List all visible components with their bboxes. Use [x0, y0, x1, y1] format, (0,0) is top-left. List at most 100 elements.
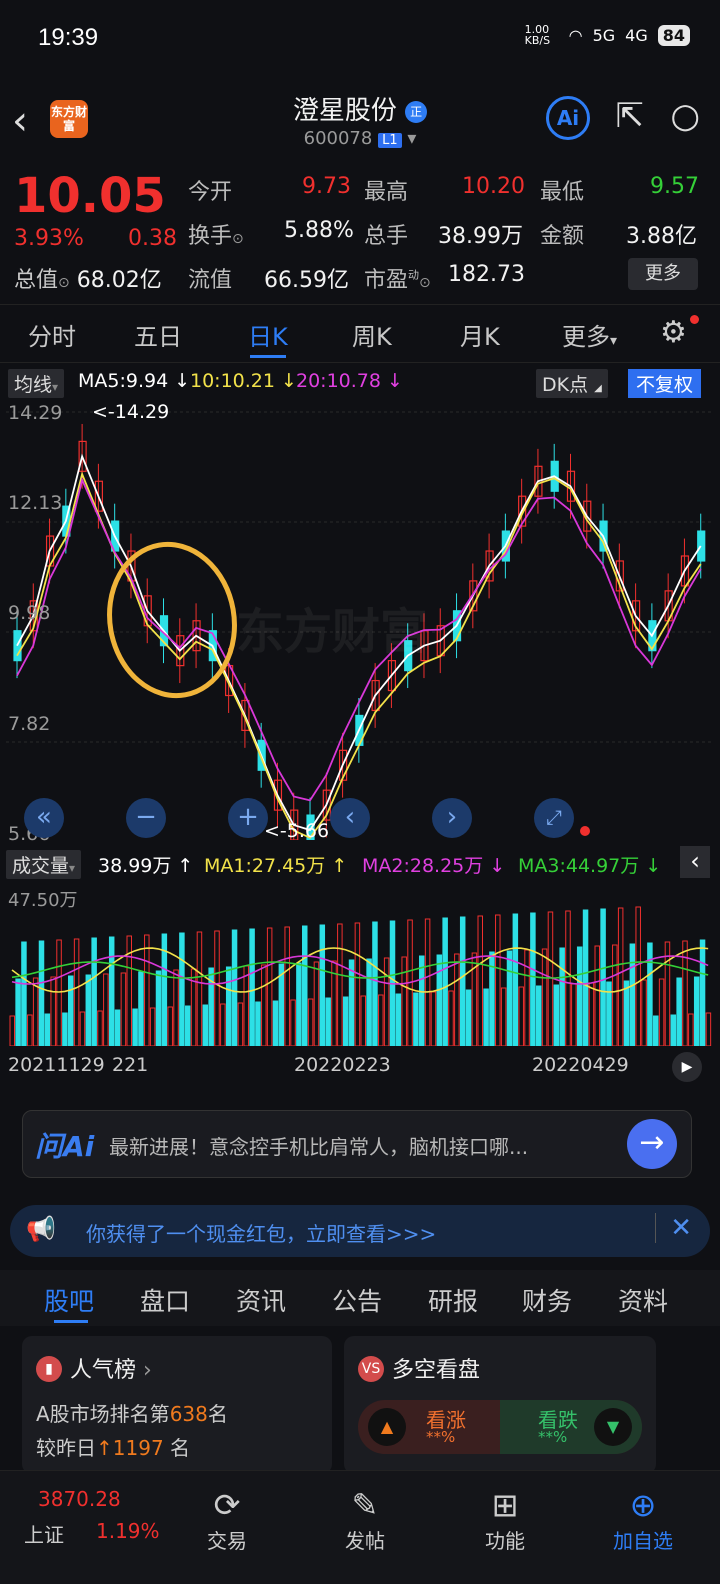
index-widget[interactable]: 3870.28 上证 1.19% [20, 1477, 170, 1577]
red-dot [580, 826, 590, 836]
stock-name: 澄星股份 正 [0, 90, 720, 127]
low-value: 9.57 [650, 174, 699, 199]
zoom-in-button[interactable]: + [228, 798, 268, 838]
volume-bar: 成交量▾ 38.99万 ↑ MA1:27.45万 ↑ MA2:28.25万 ↓ … [0, 846, 720, 879]
ai-news-box[interactable]: 问Ai 最新进展！意念控手机比肩常人，脑机接口哪... → [22, 1110, 692, 1178]
chart-bar-icon: ▮ [36, 1356, 62, 1382]
tab-weekly-k[interactable]: 周K [352, 317, 392, 352]
collapse-icon[interactable]: ‹ [680, 846, 710, 878]
tab-indicator [250, 355, 286, 358]
min-label: <-5.66 [264, 820, 330, 842]
tab-finance[interactable]: 财务 [522, 1282, 572, 1318]
settings-icon[interactable]: ⚙ [660, 315, 687, 350]
content-tabs: 股吧 盘口 资讯 公告 研报 财务 资料 [0, 1270, 720, 1326]
bottom-bar: 3870.28 上证 1.19% ⟳ 交易 ✎ 发帖 ⊞ 功能 ⊕ 加自选 [0, 1470, 720, 1584]
tab-notice[interactable]: 公告 [332, 1282, 382, 1318]
post-button[interactable]: ✎ 发帖 [320, 1485, 410, 1554]
next-button[interactable]: › [432, 798, 472, 838]
tab-five-day[interactable]: 五日 [134, 317, 182, 352]
bull-percent: **% [426, 1428, 456, 1446]
watermark: 东方财富 [236, 604, 429, 660]
more-button[interactable]: 更多 [628, 258, 698, 290]
share-icon[interactable]: ⇱ [616, 96, 645, 136]
tab-pankou[interactable]: 盘口 [140, 1282, 190, 1318]
date-axis: 20211129 221 20220223 20220429 ▶ [0, 1052, 720, 1082]
top-nav: ‹ 东方财富 澄星股份 正 600078 L1 ▾ Ai ⇱ ○ [0, 80, 720, 160]
popularity-title: 人气榜 › [70, 1358, 152, 1383]
index-pct: 1.19% [96, 1519, 160, 1543]
ai-text: 最新进展！意念控手机比肩常人，脑机接口哪... [109, 1135, 529, 1159]
tab2-indicator [54, 1320, 88, 1323]
chart-tabs: 分时 五日 日K 周K 月K 更多▾ ⚙ [0, 305, 720, 363]
volume-chart[interactable]: 47.50万 [6, 880, 714, 1047]
tab-profile[interactable]: 资料 [618, 1282, 668, 1318]
promo-banner[interactable]: 📢 你获得了一个现金红包，立即查看>>> ✕ [10, 1205, 710, 1257]
tab-monthly-k[interactable]: 月K [460, 317, 500, 352]
vol-max-label: 47.50万 [8, 890, 78, 911]
rank-line: A股市场排名第638名 [36, 1402, 228, 1426]
add-watchlist-button[interactable]: ⊕ 加自选 [598, 1485, 688, 1554]
total-value-row: 总值⊙ 68.02亿 [14, 268, 162, 293]
prev-button[interactable]: ‹ [330, 798, 370, 838]
signal-5g: 5G [592, 25, 616, 45]
index-name: 上证 [24, 1523, 64, 1547]
y-tick-3: 9.98 [8, 602, 51, 624]
turnover-label: 换手 [188, 224, 233, 249]
quote-panel: 10.05 3.93% 0.38 总值⊙ 68.02亿 今开 9.73 最高 1… [0, 160, 720, 305]
date-1: 20211129 [8, 1054, 105, 1076]
y-tick-2: 12.13 [8, 492, 63, 514]
function-button[interactable]: ⊞ 功能 [460, 1485, 550, 1554]
ma10-value: 10:10.21 ↓ [190, 370, 297, 392]
bull-bear-card[interactable]: VS 多空看盘 ▲ 看涨 **% 看跌 **% ▼ [344, 1336, 656, 1474]
ai-tag: 问Ai [35, 1130, 95, 1163]
bear-percent: **% [538, 1428, 568, 1446]
vol-ma3: MA3:44.97万 ↓ [518, 855, 662, 877]
ma-select[interactable]: 均线▾ [8, 369, 65, 398]
pe-label: 市盈 [364, 268, 409, 293]
zoom-out-button[interactable]: − [126, 798, 166, 838]
wifi-icon: ◠ [568, 25, 583, 45]
date-4: 20220429 [532, 1054, 629, 1076]
megaphone-icon: 📢 [26, 1215, 56, 1243]
change-percent: 3.93% [14, 226, 84, 251]
ma5-value: MA5:9.94 ↓ [78, 370, 191, 392]
scroll-right-icon[interactable]: ▶ [672, 1052, 702, 1082]
popularity-card[interactable]: ▮ 人气榜 › A股市场排名第638名 较昨日↑1197 名 [22, 1336, 332, 1474]
date-2: 221 [112, 1054, 149, 1076]
open-row: 今开 [188, 180, 233, 205]
volume-select[interactable]: 成交量▾ [6, 850, 82, 879]
arrow-right-icon[interactable]: → [627, 1119, 677, 1169]
change-amount: 0.38 [128, 226, 177, 251]
bear-icon[interactable]: ▼ [594, 1408, 632, 1446]
tab-research[interactable]: 研报 [428, 1282, 478, 1318]
float-value: 66.59亿 [264, 268, 349, 293]
net-speed: 1.00 KB/S [524, 23, 551, 47]
tab-news[interactable]: 资讯 [236, 1282, 286, 1318]
dk-point-select[interactable]: DK点 ◢ [536, 369, 608, 398]
ai-icon[interactable]: Ai [546, 96, 590, 140]
tab-daily-k[interactable]: 日K [248, 317, 288, 352]
tab-guba[interactable]: 股吧 [44, 1282, 94, 1318]
vol-ma1: MA1:27.45万 ↑ [204, 855, 348, 877]
bull-bear-title: 多空看盘 [392, 1358, 481, 1383]
search-icon[interactable]: ○ [670, 96, 700, 136]
index-value: 3870.28 [38, 1487, 121, 1511]
fullscreen-button[interactable]: ⤢ [534, 798, 574, 838]
open-value: 9.73 [302, 174, 351, 199]
trade-button[interactable]: ⟳ 交易 [182, 1485, 272, 1554]
grid-icon: ⊞ [491, 1486, 519, 1524]
notification-dot [690, 315, 699, 324]
tab-intraday[interactable]: 分时 [28, 317, 76, 352]
stock-code[interactable]: 600078 L1 ▾ [0, 128, 720, 149]
clock: 19:39 [38, 24, 99, 51]
tab-more[interactable]: 更多▾ [562, 317, 617, 352]
bull-icon[interactable]: ▲ [368, 1408, 406, 1446]
plus-circle-icon: ⊕ [629, 1486, 657, 1524]
date-3: 20220223 [294, 1054, 391, 1076]
volume-svg [9, 906, 712, 1047]
y-tick-top: 14.29 [8, 402, 63, 424]
kline-chart[interactable]: 14.29 12.13 9.98 7.82 5.66 <-14.29 <-5.6… [6, 400, 714, 863]
adjust-select[interactable]: 不复权 [628, 369, 702, 398]
close-icon[interactable]: ✕ [655, 1213, 692, 1243]
rewind-button[interactable]: « [24, 798, 64, 838]
